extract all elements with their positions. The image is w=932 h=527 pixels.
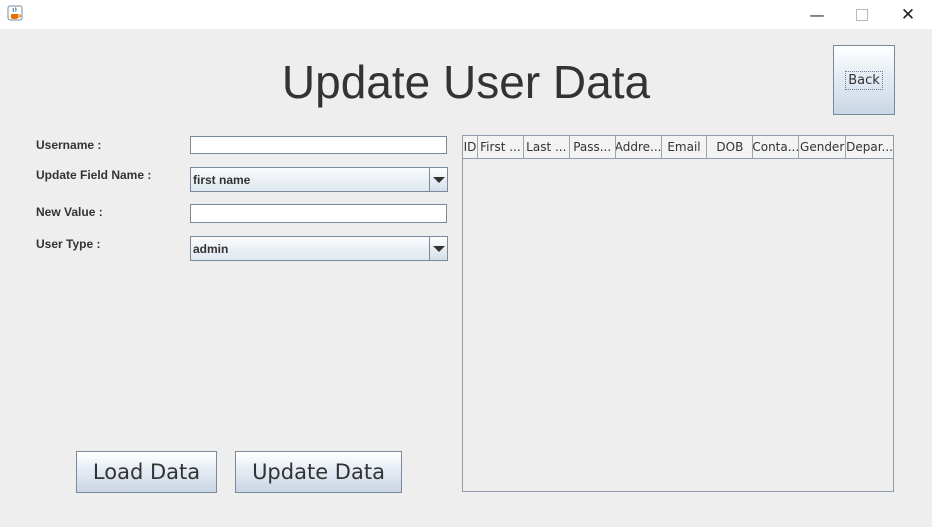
column-header-password[interactable]: Pass... xyxy=(570,136,616,158)
new-value-label: New Value : xyxy=(36,205,103,219)
table-header: ID First ... Last ... Pass... Addre... E… xyxy=(463,136,893,159)
load-data-label: Load Data xyxy=(92,460,201,484)
column-header-dob[interactable]: DOB xyxy=(707,136,754,158)
java-coffee-icon xyxy=(7,5,23,21)
close-icon: ✕ xyxy=(900,4,916,25)
column-header-department[interactable]: Depar... xyxy=(846,136,893,158)
column-header-last-name[interactable]: Last ... xyxy=(524,136,570,158)
user-data-table[interactable]: ID First ... Last ... Pass... Addre... E… xyxy=(462,135,894,492)
back-button[interactable]: Back xyxy=(833,45,895,115)
column-header-address[interactable]: Addre... xyxy=(616,136,662,158)
column-header-id[interactable]: ID xyxy=(463,136,478,158)
chevron-down-icon[interactable] xyxy=(429,168,447,191)
page-title: Update User Data xyxy=(281,56,651,108)
window-titlebar: — ✕ xyxy=(0,0,932,29)
minimize-button[interactable]: — xyxy=(794,0,840,29)
minimize-icon: — xyxy=(809,5,825,24)
username-input[interactable] xyxy=(190,136,447,154)
column-header-contact[interactable]: Conta... xyxy=(753,136,800,158)
load-data-button[interactable]: Load Data xyxy=(76,451,217,493)
close-button[interactable]: ✕ xyxy=(885,0,931,29)
column-header-first-name[interactable]: First ... xyxy=(478,136,524,158)
back-button-label: Back xyxy=(845,70,883,90)
update-field-name-value: first name xyxy=(193,172,251,187)
chevron-down-icon[interactable] xyxy=(429,237,447,260)
user-type-select[interactable]: admin xyxy=(190,236,448,261)
update-data-button[interactable]: Update Data xyxy=(235,451,402,493)
user-type-value: admin xyxy=(193,241,229,256)
username-label: Username : xyxy=(36,138,102,152)
update-field-name-label: Update Field Name : xyxy=(36,168,152,182)
new-value-input[interactable] xyxy=(190,204,447,223)
update-field-name-select[interactable]: first name xyxy=(190,167,448,192)
column-header-email[interactable]: Email xyxy=(662,136,708,158)
maximize-icon xyxy=(856,8,868,21)
update-data-label: Update Data xyxy=(252,460,385,484)
column-header-gender[interactable]: Gender xyxy=(799,136,847,158)
user-type-label: User Type : xyxy=(36,237,101,251)
maximize-button[interactable] xyxy=(839,0,885,29)
